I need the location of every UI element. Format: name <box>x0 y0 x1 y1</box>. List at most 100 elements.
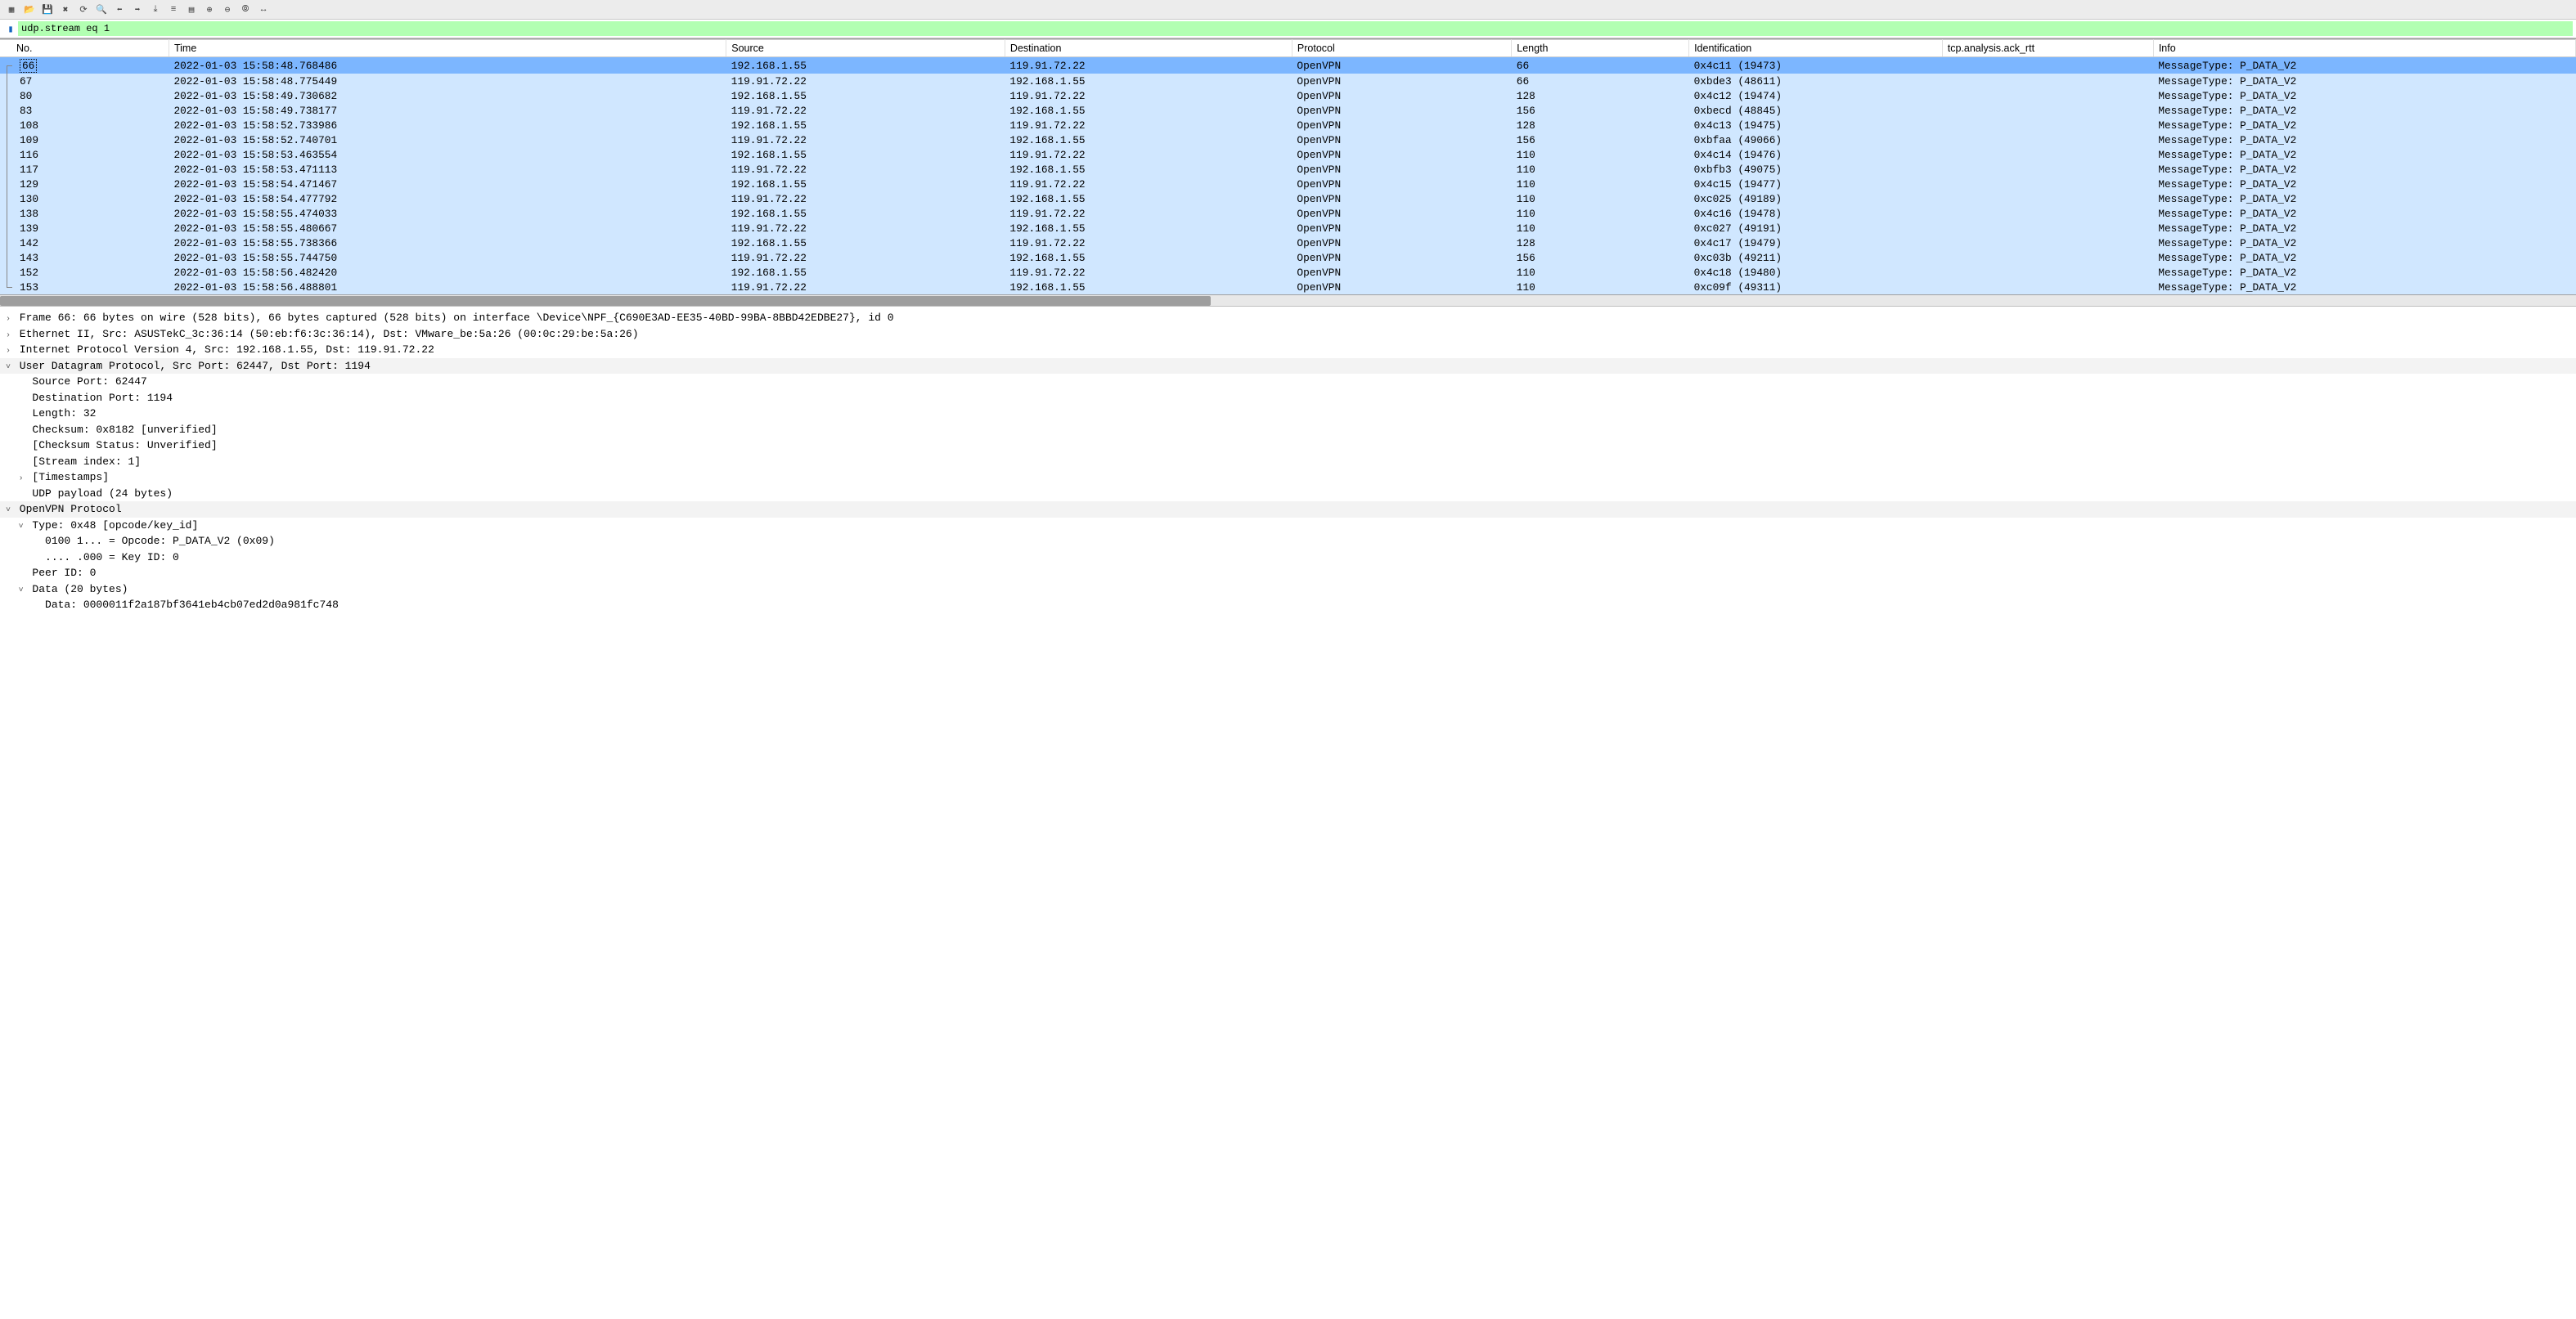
detail-line[interactable]: 0100 1... = Opcode: P_DATA_V2 (0x09) <box>0 533 2576 550</box>
detail-line[interactable]: › Internet Protocol Version 4, Src: 192.… <box>0 342 2576 358</box>
cell-identification: 0xbecd (48845) <box>1689 103 1943 118</box>
cell-identification: 0xc03b (49211) <box>1689 250 1943 265</box>
colorize-icon[interactable]: ▤ <box>185 3 198 16</box>
detail-line[interactable]: ˅ Data (20 bytes) <box>0 581 2576 598</box>
table-row[interactable]: 832022-01-03 15:58:49.738177119.91.72.22… <box>0 103 2576 118</box>
display-filter-input[interactable] <box>18 21 2573 36</box>
cell-ack-rtt <box>1942 57 2153 74</box>
cell-source: 119.91.72.22 <box>726 250 1005 265</box>
save-icon[interactable]: 💾 <box>41 3 54 16</box>
tree-twisty-icon[interactable]: › <box>3 313 13 325</box>
cell-time: 2022-01-03 15:58:55.474033 <box>169 206 726 221</box>
tree-twisty-icon[interactable]: ˅ <box>3 505 13 517</box>
cell-ack-rtt <box>1942 221 2153 236</box>
cell-time: 2022-01-03 15:58:56.482420 <box>169 265 726 280</box>
table-row[interactable]: 1522022-01-03 15:58:56.482420192.168.1.5… <box>0 265 2576 280</box>
table-row[interactable]: 802022-01-03 15:58:49.730682192.168.1.55… <box>0 88 2576 103</box>
tree-twisty-icon[interactable]: › <box>3 345 13 357</box>
go-back-icon[interactable]: ⬅ <box>113 3 126 16</box>
col-header-identification[interactable]: Identification <box>1689 40 1943 57</box>
table-row[interactable]: 1422022-01-03 15:58:55.738366192.168.1.5… <box>0 236 2576 250</box>
cell-source: 192.168.1.55 <box>726 265 1005 280</box>
go-fwd-icon[interactable]: ➡ <box>131 3 144 16</box>
table-row[interactable]: 1432022-01-03 15:58:55.744750119.91.72.2… <box>0 250 2576 265</box>
col-header-no[interactable]: No. <box>0 40 169 57</box>
find-icon[interactable]: 🔍 <box>95 3 108 16</box>
cell-time: 2022-01-03 15:58:48.775449 <box>169 74 726 88</box>
table-row[interactable]: 662022-01-03 15:58:48.768486192.168.1.55… <box>0 57 2576 74</box>
file-icon[interactable]: ▦ <box>5 3 18 16</box>
table-row[interactable]: 1302022-01-03 15:58:54.477792119.91.72.2… <box>0 191 2576 206</box>
cell-ack-rtt <box>1942 88 2153 103</box>
table-row[interactable]: 1532022-01-03 15:58:56.488801119.91.72.2… <box>0 280 2576 294</box>
cell-identification: 0x4c14 (19476) <box>1689 147 1943 162</box>
packet-list-header-row: No. Time Source Destination Protocol Len… <box>0 40 2576 57</box>
detail-line[interactable]: Length: 32 <box>0 406 2576 422</box>
detail-line[interactable]: ˅ Type: 0x48 [opcode/key_id] <box>0 518 2576 534</box>
table-row[interactable]: 1092022-01-03 15:58:52.740701119.91.72.2… <box>0 132 2576 147</box>
detail-line[interactable]: Source Port: 62447 <box>0 374 2576 390</box>
filter-bookmark-icon[interactable]: ▮ <box>3 21 18 36</box>
detail-line[interactable]: [Stream index: 1] <box>0 454 2576 470</box>
resize-icon[interactable]: ↔ <box>257 3 270 16</box>
cell-time: 2022-01-03 15:58:52.733986 <box>169 118 726 132</box>
cell-protocol: OpenVPN <box>1292 191 1511 206</box>
go-last-icon[interactable]: ⤓ <box>149 3 162 16</box>
col-header-time[interactable]: Time <box>169 40 726 57</box>
table-row[interactable]: 1292022-01-03 15:58:54.471467192.168.1.5… <box>0 177 2576 191</box>
col-header-protocol[interactable]: Protocol <box>1292 40 1511 57</box>
packet-list-hscrollbar[interactable] <box>0 295 2576 307</box>
detail-line[interactable]: ˅ User Datagram Protocol, Src Port: 6244… <box>0 358 2576 375</box>
cell-info: MessageType: P_DATA_V2 <box>2153 265 2575 280</box>
col-header-source[interactable]: Source <box>726 40 1005 57</box>
cell-destination: 119.91.72.22 <box>1005 236 1292 250</box>
table-row[interactable]: 1392022-01-03 15:58:55.480667119.91.72.2… <box>0 221 2576 236</box>
zoom-in-icon[interactable]: ⊕ <box>203 3 216 16</box>
detail-line[interactable]: [Checksum Status: Unverified] <box>0 437 2576 454</box>
cell-destination: 192.168.1.55 <box>1005 132 1292 147</box>
cell-info: MessageType: P_DATA_V2 <box>2153 132 2575 147</box>
cell-info: MessageType: P_DATA_V2 <box>2153 250 2575 265</box>
cell-info: MessageType: P_DATA_V2 <box>2153 206 2575 221</box>
detail-line[interactable]: Destination Port: 1194 <box>0 390 2576 406</box>
detail-line[interactable]: Checksum: 0x8182 [unverified] <box>0 422 2576 438</box>
cell-destination: 119.91.72.22 <box>1005 118 1292 132</box>
cell-protocol: OpenVPN <box>1292 250 1511 265</box>
table-row[interactable]: 1082022-01-03 15:58:52.733986192.168.1.5… <box>0 118 2576 132</box>
table-row[interactable]: 672022-01-03 15:58:48.775449119.91.72.22… <box>0 74 2576 88</box>
col-header-info[interactable]: Info <box>2153 40 2575 57</box>
zoom-out-icon[interactable]: ⊖ <box>221 3 234 16</box>
detail-line[interactable]: › Frame 66: 66 bytes on wire (528 bits),… <box>0 310 2576 326</box>
tree-twisty-icon[interactable]: ˅ <box>3 361 13 374</box>
tree-twisty-icon[interactable]: ˅ <box>16 521 26 533</box>
packet-details-pane[interactable]: › Frame 66: 66 bytes on wire (528 bits),… <box>0 307 2576 1319</box>
cell-identification: 0xbfaa (49066) <box>1689 132 1943 147</box>
detail-line[interactable]: Data: 0000011f2a187bf3641eb4cb07ed2d0a98… <box>0 597 2576 613</box>
packet-list-pane[interactable]: No. Time Source Destination Protocol Len… <box>0 38 2576 295</box>
detail-line[interactable]: Peer ID: 0 <box>0 565 2576 581</box>
cell-identification: 0xc09f (49311) <box>1689 280 1943 294</box>
table-row[interactable]: 1172022-01-03 15:58:53.471113119.91.72.2… <box>0 162 2576 177</box>
cell-time: 2022-01-03 15:58:52.740701 <box>169 132 726 147</box>
auto-scroll-icon[interactable]: ≡ <box>167 3 180 16</box>
open-icon[interactable]: 📂 <box>23 3 36 16</box>
detail-line[interactable]: .... .000 = Key ID: 0 <box>0 550 2576 566</box>
table-row[interactable]: 1382022-01-03 15:58:55.474033192.168.1.5… <box>0 206 2576 221</box>
detail-line[interactable]: UDP payload (24 bytes) <box>0 486 2576 502</box>
reload-icon[interactable]: ⟳ <box>77 3 90 16</box>
zoom-reset-icon[interactable]: ⦾ <box>239 3 252 16</box>
tree-twisty-icon[interactable]: ˅ <box>16 585 26 597</box>
close-icon[interactable]: ✖ <box>59 3 72 16</box>
col-header-ack-rtt[interactable]: tcp.analysis.ack_rtt <box>1942 40 2153 57</box>
detail-line[interactable]: › Ethernet II, Src: ASUSTekC_3c:36:14 (5… <box>0 326 2576 343</box>
hscroll-thumb[interactable] <box>0 296 1211 306</box>
detail-line[interactable]: › [Timestamps] <box>0 469 2576 486</box>
col-header-length[interactable]: Length <box>1512 40 1689 57</box>
detail-line[interactable]: ˅ OpenVPN Protocol <box>0 501 2576 518</box>
cell-time: 2022-01-03 15:58:55.744750 <box>169 250 726 265</box>
cell-destination: 192.168.1.55 <box>1005 103 1292 118</box>
table-row[interactable]: 1162022-01-03 15:58:53.463554192.168.1.5… <box>0 147 2576 162</box>
col-header-destination[interactable]: Destination <box>1005 40 1292 57</box>
tree-twisty-icon[interactable]: › <box>16 473 26 485</box>
tree-twisty-icon[interactable]: › <box>3 330 13 342</box>
